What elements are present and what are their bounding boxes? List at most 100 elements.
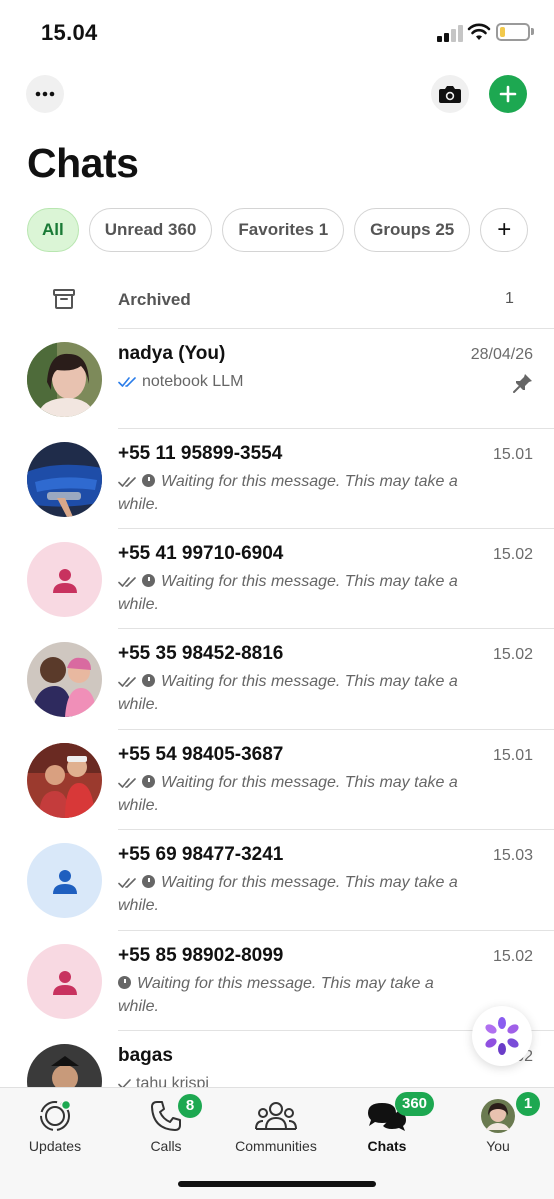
filter-unread[interactable]: Unread 360 — [88, 208, 213, 252]
archived-label: Archived — [118, 290, 191, 309]
delivered-double-tick-icon — [118, 778, 136, 788]
chat-message: notebook LLM — [118, 370, 478, 393]
avatar — [27, 843, 102, 918]
person-icon — [52, 568, 77, 593]
communities-icon — [255, 1102, 297, 1130]
filter-favorites[interactable]: Favorites 1 — [222, 208, 345, 252]
ellipsis-icon — [35, 91, 55, 97]
chat-message-text: Waiting for this message. This may take … — [118, 975, 434, 1015]
wifi-icon — [467, 23, 491, 40]
tab-label: Communities — [235, 1138, 317, 1154]
avatar — [27, 342, 102, 417]
chat-name: +55 85 98902-8099 — [118, 945, 284, 966]
updates-icon — [40, 1099, 72, 1131]
filter-all[interactable]: All — [27, 208, 79, 252]
page-title: Chats — [27, 140, 139, 186]
home-indicator — [178, 1181, 376, 1187]
delivered-double-tick-icon — [118, 577, 136, 587]
avatar — [27, 743, 102, 818]
clock-icon — [142, 875, 155, 888]
chat-message-text: Waiting for this message. This may take … — [118, 874, 458, 914]
tab-calls[interactable]: 8 Calls — [116, 1094, 216, 1154]
avatar — [27, 944, 102, 1019]
chat-time: 15.02 — [492, 646, 533, 663]
tab-chats[interactable]: 360 Chats — [337, 1092, 437, 1154]
person-icon — [52, 970, 77, 995]
clock-icon — [142, 574, 155, 587]
cellular-signal-icon — [437, 24, 463, 42]
pin-icon — [513, 374, 532, 393]
chat-name: +55 35 98452-8816 — [118, 643, 284, 664]
chat-message: Waiting for this message. This may take … — [118, 470, 478, 516]
chat-time: 15.01 — [492, 446, 533, 463]
avatar — [27, 542, 102, 617]
chat-message: Waiting for this message. This may take … — [118, 972, 478, 1018]
clock-icon — [142, 474, 155, 487]
tab-label: Chats — [367, 1138, 407, 1154]
person-icon — [52, 869, 77, 894]
status-time: 15.04 — [41, 20, 98, 45]
chat-time: 15.02 — [492, 948, 533, 965]
battery-icon — [496, 23, 530, 41]
chat-row[interactable]: nadya (You) 28/04/26 notebook LLM — [0, 328, 554, 428]
chat-name: nadya (You) — [118, 343, 226, 364]
profile-avatar-icon — [481, 1099, 515, 1133]
camera-button[interactable] — [431, 75, 469, 113]
read-double-tick-icon — [118, 377, 136, 387]
delivered-double-tick-icon — [118, 677, 136, 687]
tab-label: You — [486, 1138, 510, 1154]
chat-message-text: Waiting for this message. This may take … — [118, 473, 458, 513]
chat-message-text: notebook LLM — [142, 373, 244, 390]
chats-badge: 360 — [395, 1092, 435, 1116]
chat-row[interactable]: +55 41 99710-6904 15.02 Waiting for this… — [0, 528, 554, 628]
chat-row[interactable]: +55 69 98477-3241 15.03 Waiting for this… — [0, 829, 554, 929]
more-options-button[interactable] — [26, 75, 64, 113]
camera-icon — [439, 86, 461, 103]
chat-message-text: Waiting for this message. This may take … — [118, 673, 458, 713]
chat-message: Waiting for this message. This may take … — [118, 871, 478, 917]
chat-time: 15.01 — [492, 747, 533, 764]
delivered-double-tick-icon — [118, 477, 136, 487]
you-badge: 1 — [516, 1092, 540, 1116]
archived-row[interactable]: Archived 1 — [0, 272, 554, 328]
calls-badge: 8 — [178, 1094, 202, 1118]
chat-message-text: Waiting for this message. This may take … — [118, 573, 458, 613]
new-chat-button[interactable] — [489, 75, 527, 113]
chat-message: Waiting for this message. This may take … — [118, 670, 478, 716]
clock-icon — [142, 674, 155, 687]
avatar — [27, 642, 102, 717]
chat-row[interactable]: +55 11 95899-3554 15.01 Waiting for this… — [0, 428, 554, 528]
chat-name: bagas — [118, 1045, 173, 1066]
archived-count: 1 — [505, 290, 514, 307]
avatar — [27, 442, 102, 517]
chat-message-text: Waiting for this message. This may take … — [118, 774, 458, 814]
chat-name: +55 69 98477-3241 — [118, 844, 284, 865]
tab-label: Updates — [28, 1138, 82, 1154]
meta-ai-icon — [485, 1017, 519, 1055]
chat-time: 15.02 — [492, 546, 533, 563]
add-filter-button[interactable]: + — [480, 208, 529, 252]
tab-communities[interactable]: Communities — [226, 1098, 326, 1154]
chat-row[interactable]: +55 35 98452-8816 15.02 Waiting for this… — [0, 628, 554, 728]
meta-ai-button[interactable] — [472, 1006, 532, 1066]
chat-message: Waiting for this message. This may take … — [118, 570, 478, 616]
chat-time: 28/04/26 — [470, 346, 533, 363]
tab-you[interactable]: 1 You — [448, 1092, 548, 1154]
chat-row[interactable]: +55 54 98405-3687 15.01 Waiting for this… — [0, 729, 554, 829]
filter-groups[interactable]: Groups 25 — [354, 208, 471, 252]
tab-label: Calls — [150, 1138, 182, 1154]
filter-chips: All Unread 360 Favorites 1 Groups 25 + — [27, 208, 529, 252]
tab-updates[interactable]: Updates — [5, 1098, 105, 1154]
battery-tip — [531, 28, 534, 35]
chat-time: 15.03 — [492, 847, 533, 864]
archive-box-icon — [53, 289, 75, 309]
status-bar: 15.04 — [0, 0, 554, 64]
chat-name: +55 54 98405-3687 — [118, 744, 284, 765]
chat-message: Waiting for this message. This may take … — [118, 771, 478, 817]
chat-row[interactable]: +55 85 98902-8099 15.02 Waiting for this… — [0, 930, 554, 1030]
delivered-double-tick-icon — [118, 878, 136, 888]
clock-icon — [118, 976, 131, 989]
clock-icon — [142, 775, 155, 788]
chat-name: +55 11 95899-3554 — [118, 443, 283, 464]
chat-name: +55 41 99710-6904 — [118, 543, 284, 564]
